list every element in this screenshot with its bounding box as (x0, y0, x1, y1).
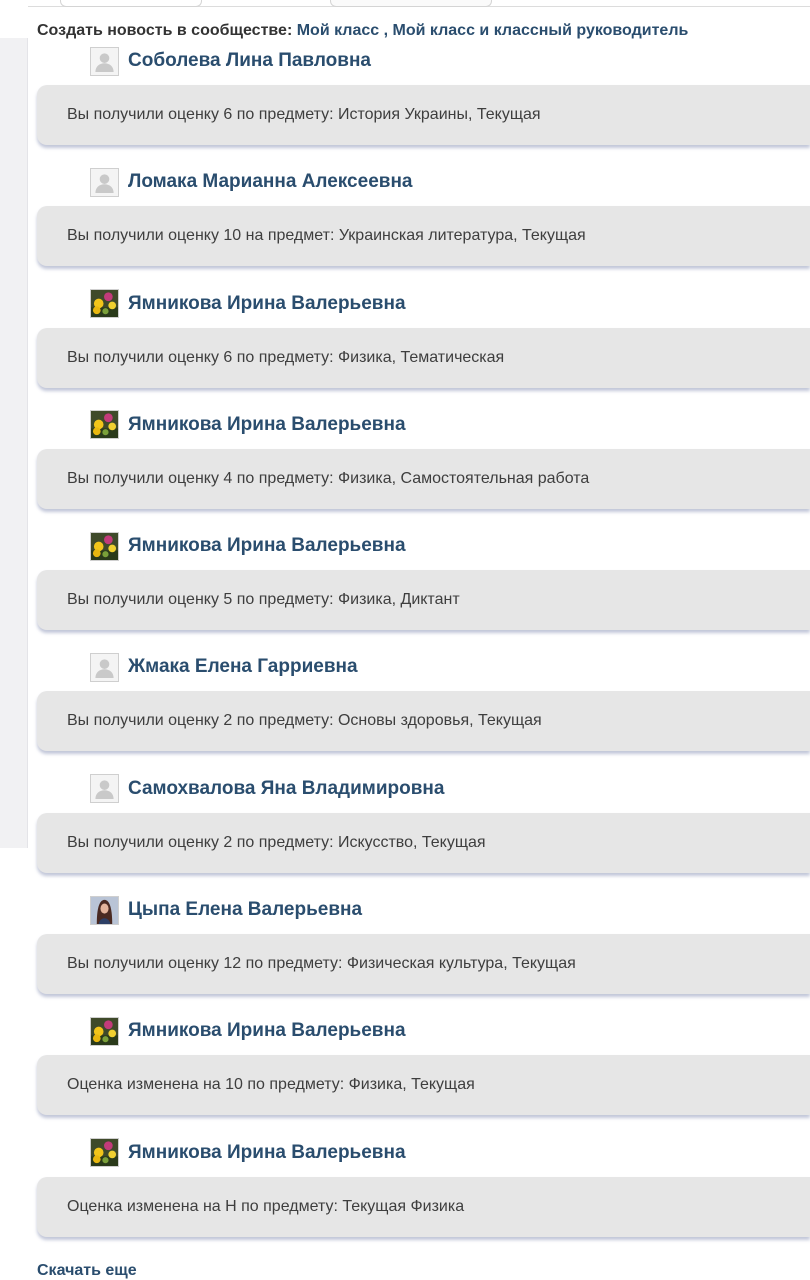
feed-item-message: Вы получили оценку 12 по предмету: Физич… (37, 934, 810, 995)
feed-item: Самохвалова Яна Владимировна Вы получили … (0, 771, 810, 892)
feed-item-message: Вы получили оценку 5 по предмету: Физика… (37, 570, 810, 631)
feed-item-author: Ломака Марианна Алексеевна (90, 167, 412, 197)
author-name-link[interactable]: Соболева Лина Павловна (128, 50, 371, 72)
feed-item-author: Цыпа Елена Валерьевна (90, 895, 362, 925)
author-name-link[interactable]: Ямникова Ирина Валерьевна (128, 414, 406, 436)
feed-item-author: Соболева Лина Павловна (90, 46, 371, 76)
author-name-link[interactable]: Жмака Елена Гарриевна (128, 656, 358, 678)
author-name-link[interactable]: Ямникова Ирина Валерьевна (128, 1142, 406, 1164)
tab-active[interactable] (60, 0, 202, 7)
feed-item-author: Ямникова Ирина Валерьевна (90, 289, 406, 319)
default-user-icon[interactable] (90, 774, 119, 804)
create-news-line: Создать новость в сообществе: Мой класс … (37, 22, 688, 40)
feed-item: Соболева Лина Павловна Вы получили оценку… (0, 43, 810, 164)
avatar[interactable] (90, 410, 119, 440)
author-name-link[interactable]: Цыпа Елена Валерьевна (128, 899, 362, 921)
feed-item: Цыпа Елена Валерьевна Вы получили оценку … (0, 892, 810, 1013)
feed-item-message: Оценка изменена на Н по предмету: Текуща… (37, 1176, 810, 1237)
feed-item-message: Вы получили оценку 2 по предмету: Искусс… (37, 812, 810, 873)
feed-item: Ямникова Ирина Валерьевна Оценка изменена… (0, 1013, 810, 1134)
feed-item-author: Ямникова Ирина Валерьевна (90, 1016, 406, 1046)
top-tabs (0, 0, 810, 8)
avatar[interactable] (90, 289, 119, 319)
community-link-class-and-teacher[interactable]: Мой класс и классный руководитель (393, 22, 689, 39)
default-user-icon[interactable] (90, 652, 119, 682)
feed-item: Жмака Елена Гарриевна Вы получили оценку … (0, 649, 810, 770)
create-news-label: Создать новость в сообществе: (37, 22, 293, 39)
author-name-link[interactable]: Ямникова Ирина Валерьевна (128, 293, 406, 315)
author-name-link[interactable]: Ямникова Ирина Валерьевна (128, 535, 406, 557)
feed-item: Ямникова Ирина Валерьевна Вы получили оце… (0, 407, 810, 528)
link-separator: , (383, 22, 389, 39)
feed-item-message: Оценка изменена на 10 по предмету: Физик… (37, 1055, 810, 1116)
feed-item-message: Вы получили оценку 2 по предмету: Основы… (37, 691, 810, 752)
feed-item-message: Вы получили оценку 10 на предмет: Украин… (37, 206, 810, 267)
avatar[interactable] (90, 1016, 119, 1046)
feed-item-message: Вы получили оценку 4 по предмету: Физика… (37, 448, 810, 509)
feed-item-author: Ямникова Ирина Валерьевна (90, 531, 406, 561)
feed-item: Ямникова Ирина Валерьевна Вы получили оце… (0, 528, 810, 649)
feed-item-message: Вы получили оценку 6 по предмету: Физика… (37, 327, 810, 388)
avatar[interactable] (90, 1138, 119, 1168)
avatar[interactable] (90, 531, 119, 561)
default-user-icon[interactable] (90, 167, 119, 197)
avatar[interactable] (90, 895, 119, 925)
author-name-link[interactable]: Ямникова Ирина Валерьевна (128, 1020, 406, 1042)
community-link-my-class[interactable]: Мой класс (297, 22, 379, 39)
feed-item: Ямникова Ирина Валерьевна Оценка изменена… (0, 1135, 810, 1256)
feed-item-author: Ямникова Ирина Валерьевна (90, 410, 406, 440)
news-feed: Соболева Лина Павловна Вы получили оценку… (0, 43, 810, 1256)
feed-item-author: Ямникова Ирина Валерьевна (90, 1138, 406, 1168)
author-name-link[interactable]: Ломака Марианна Алексеевна (128, 171, 412, 193)
tab-inactive[interactable] (330, 0, 492, 7)
feed-item: Ломака Марианна Алексеевна Вы получили оц… (0, 164, 810, 285)
feed-item-author: Жмака Елена Гарриевна (90, 652, 358, 682)
author-name-link[interactable]: Самохвалова Яна Владимировна (128, 778, 444, 800)
load-more-link[interactable]: Скачать еще (37, 1262, 137, 1280)
default-user-icon[interactable] (90, 46, 119, 76)
feed-item: Ямникова Ирина Валерьевна Вы получили оце… (0, 286, 810, 407)
feed-item-message: Вы получили оценку 6 по предмету: Истори… (37, 85, 810, 145)
feed-item-author: Самохвалова Яна Владимировна (90, 774, 444, 804)
